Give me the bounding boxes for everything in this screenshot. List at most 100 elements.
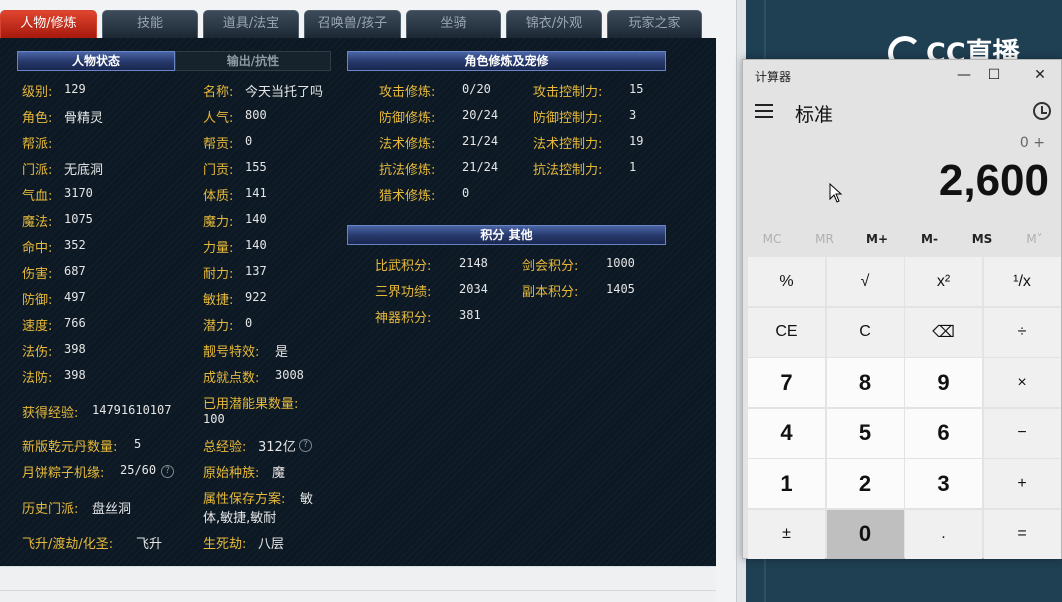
stat-mid-value: 140 <box>245 238 267 252</box>
minimize-button[interactable]: — <box>955 66 973 84</box>
points-value: 381 <box>459 308 481 322</box>
sqrt-button[interactable]: √ <box>826 257 904 306</box>
cultivation-label: 抗法修炼: <box>379 163 436 178</box>
stat-left-label: 防御: <box>22 293 53 308</box>
digit-5-button[interactable]: 5 <box>826 408 904 458</box>
cultivation-label: 防御修炼: <box>379 111 436 126</box>
stat-mid-value: 3008 <box>275 368 304 382</box>
tab-skills[interactable]: 技能 <box>102 10 198 38</box>
stat-left-value: 骨精灵 <box>64 111 104 126</box>
menu-icon[interactable] <box>755 104 773 118</box>
calculator-title: 计算器 <box>755 70 792 84</box>
stat-left-label: 速度: <box>22 319 53 334</box>
screen: 人物/修炼 技能 道具/法宝 召唤兽/孩子 坐骑 锦衣/外观 玩家之家 人物状态… <box>0 0 1062 602</box>
digit-3-button[interactable]: 3 <box>905 459 982 508</box>
tab-player-home[interactable]: 玩家之家 <box>607 10 702 38</box>
digit-8-button[interactable]: 8 <box>826 358 904 407</box>
expression-display: 0 + <box>1019 135 1045 151</box>
tab-mounts[interactable]: 坐骑 <box>406 10 501 38</box>
decimal-button[interactable]: . <box>905 509 982 559</box>
help-icon[interactable]: ? <box>299 439 312 452</box>
divide-button[interactable]: ÷ <box>983 307 1061 357</box>
stat-left-value: 3170 <box>64 186 93 200</box>
status-tab-active[interactable]: 人物状态 <box>17 51 175 71</box>
negate-button[interactable]: ± <box>748 509 825 559</box>
memory-button[interactable]: M+ <box>853 232 901 246</box>
save-plan-value-2: 体,敏捷,敏耐 <box>203 511 277 526</box>
square-button[interactable]: x² <box>905 257 982 306</box>
history-icon[interactable] <box>1033 102 1051 120</box>
control-label: 防御控制力: <box>533 111 603 126</box>
stat-mid-value: 800 <box>245 108 267 122</box>
game-bottom-strip <box>0 566 716 602</box>
subtract-button[interactable]: − <box>983 408 1061 458</box>
points-value: 1000 <box>606 256 635 270</box>
save-plan-label: 属性保存方案: <box>203 492 286 507</box>
potion-label: 已用潜能果数量: <box>203 397 299 412</box>
clear-entry-button[interactable]: CE <box>748 307 825 357</box>
stat-mid-label: 潜力: <box>203 319 234 334</box>
exp-label: 获得经验: <box>22 406 79 421</box>
stat-mid-value: 137 <box>245 264 267 278</box>
potion-value: 100 <box>203 412 225 426</box>
control-value: 3 <box>629 108 637 122</box>
memory-button[interactable]: M˅ <box>1011 232 1059 246</box>
ascend-label: 飞升/渡劫/化圣: <box>22 537 114 552</box>
cultivation-value: 20/24 <box>462 108 499 122</box>
help-icon[interactable]: ? <box>161 465 174 478</box>
tab-appearance[interactable]: 锦衣/外观 <box>506 10 602 38</box>
memory-button[interactable]: M- <box>906 232 954 246</box>
stat-mid-label: 体质: <box>203 189 234 204</box>
stat-mid-label: 魔力: <box>203 215 234 230</box>
stat-left-value: 352 <box>64 238 86 252</box>
points-value: 2034 <box>459 282 488 296</box>
digit-0-button[interactable]: 0 <box>826 509 904 559</box>
maximize-button[interactable]: ☐ <box>985 66 1003 84</box>
history-sect-label: 历史门派: <box>22 502 79 517</box>
character-panel: 人物状态 输出/抗性 角色修炼及宠修 积分 其他 级别: 129 角色: 骨精灵 帮派:… <box>0 38 716 566</box>
stat-left-label: 级别: <box>22 85 53 100</box>
multiply-button[interactable]: × <box>983 358 1061 407</box>
stat-left-value: 129 <box>64 82 86 96</box>
stat-left-label: 法伤: <box>22 345 53 360</box>
memory-button[interactable]: MC <box>748 232 796 246</box>
stat-mid-label: 名称: <box>203 85 234 100</box>
stat-left-value: 497 <box>64 290 86 304</box>
stat-left-label: 伤害: <box>22 267 53 282</box>
reciprocal-button[interactable]: ¹/x <box>983 257 1061 306</box>
percent-button[interactable]: % <box>748 257 825 306</box>
cultivation-header: 角色修炼及宠修 <box>347 51 666 71</box>
digit-2-button[interactable]: 2 <box>826 459 904 508</box>
close-button[interactable]: ✕ <box>1031 66 1049 84</box>
tab-summons[interactable]: 召唤兽/孩子 <box>304 10 401 38</box>
digit-7-button[interactable]: 7 <box>748 358 825 407</box>
points-label: 副本积分: <box>522 285 579 300</box>
dan-label: 新版乾元丹数量: <box>22 440 118 455</box>
digit-1-button[interactable]: 1 <box>748 459 825 508</box>
tab-items[interactable]: 道具/法宝 <box>203 10 299 38</box>
stat-mid-label: 耐力: <box>203 267 234 282</box>
clear-button[interactable]: C <box>826 307 904 357</box>
digit-4-button[interactable]: 4 <box>748 408 825 458</box>
stat-left-value: 398 <box>64 342 86 356</box>
add-button[interactable]: + <box>983 459 1061 508</box>
dan-value: 5 <box>134 437 142 451</box>
result-display: 2,600 <box>938 156 1049 205</box>
divider-line <box>0 590 716 591</box>
status-tab-output[interactable]: 输出/抗性 <box>175 51 331 71</box>
memory-button[interactable]: MS <box>958 232 1006 246</box>
control-value: 19 <box>629 134 644 148</box>
control-label: 攻击控制力: <box>533 85 603 100</box>
stat-mid-label: 门贡: <box>203 163 234 178</box>
digit-6-button[interactable]: 6 <box>905 408 982 458</box>
ascend-value: 飞升 <box>136 537 163 552</box>
digit-9-button[interactable]: 9 <box>905 358 982 407</box>
stat-mid-value: 今天当托了吗 <box>245 85 324 100</box>
stat-left-label: 命中: <box>22 241 53 256</box>
backspace-button[interactable]: ⌫ <box>905 307 982 357</box>
stat-left-value: 398 <box>64 368 86 382</box>
stat-mid-label: 成就点数: <box>203 371 260 386</box>
tab-character[interactable]: 人物/修炼 <box>0 10 97 38</box>
equals-button[interactable]: = <box>983 509 1061 559</box>
memory-button[interactable]: MR <box>801 232 849 246</box>
